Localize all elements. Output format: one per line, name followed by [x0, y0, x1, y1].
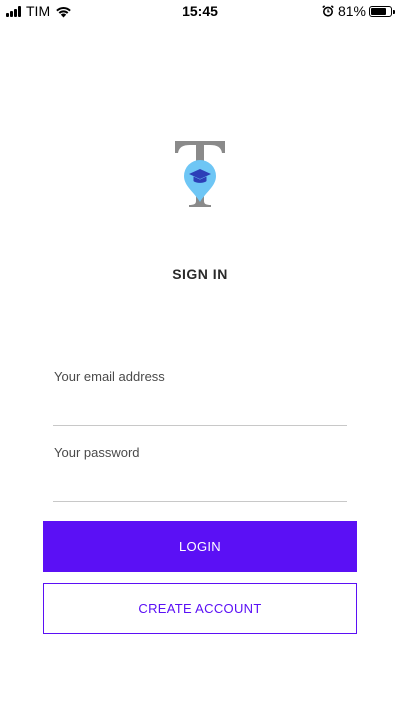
battery-cap	[393, 9, 395, 14]
email-label: Your email address	[54, 369, 165, 384]
page-title: SIGN IN	[172, 266, 228, 282]
alarm-icon	[322, 5, 334, 17]
email-input[interactable]	[53, 401, 347, 423]
battery-fill	[371, 7, 387, 15]
battery-icon	[369, 5, 395, 17]
create-account-button[interactable]: CREATE ACCOUNT	[43, 583, 357, 634]
status-right: 81%	[322, 3, 395, 19]
password-input[interactable]	[53, 477, 347, 499]
password-field[interactable]: Your password	[53, 445, 347, 502]
email-field[interactable]: Your email address	[53, 369, 347, 426]
battery-percent: 81%	[337, 3, 366, 19]
status-bar: TIM 15:45 81%	[0, 0, 400, 22]
password-label: Your password	[54, 445, 140, 460]
app-logo	[175, 141, 225, 207]
login-button[interactable]: LOGIN	[43, 521, 357, 572]
